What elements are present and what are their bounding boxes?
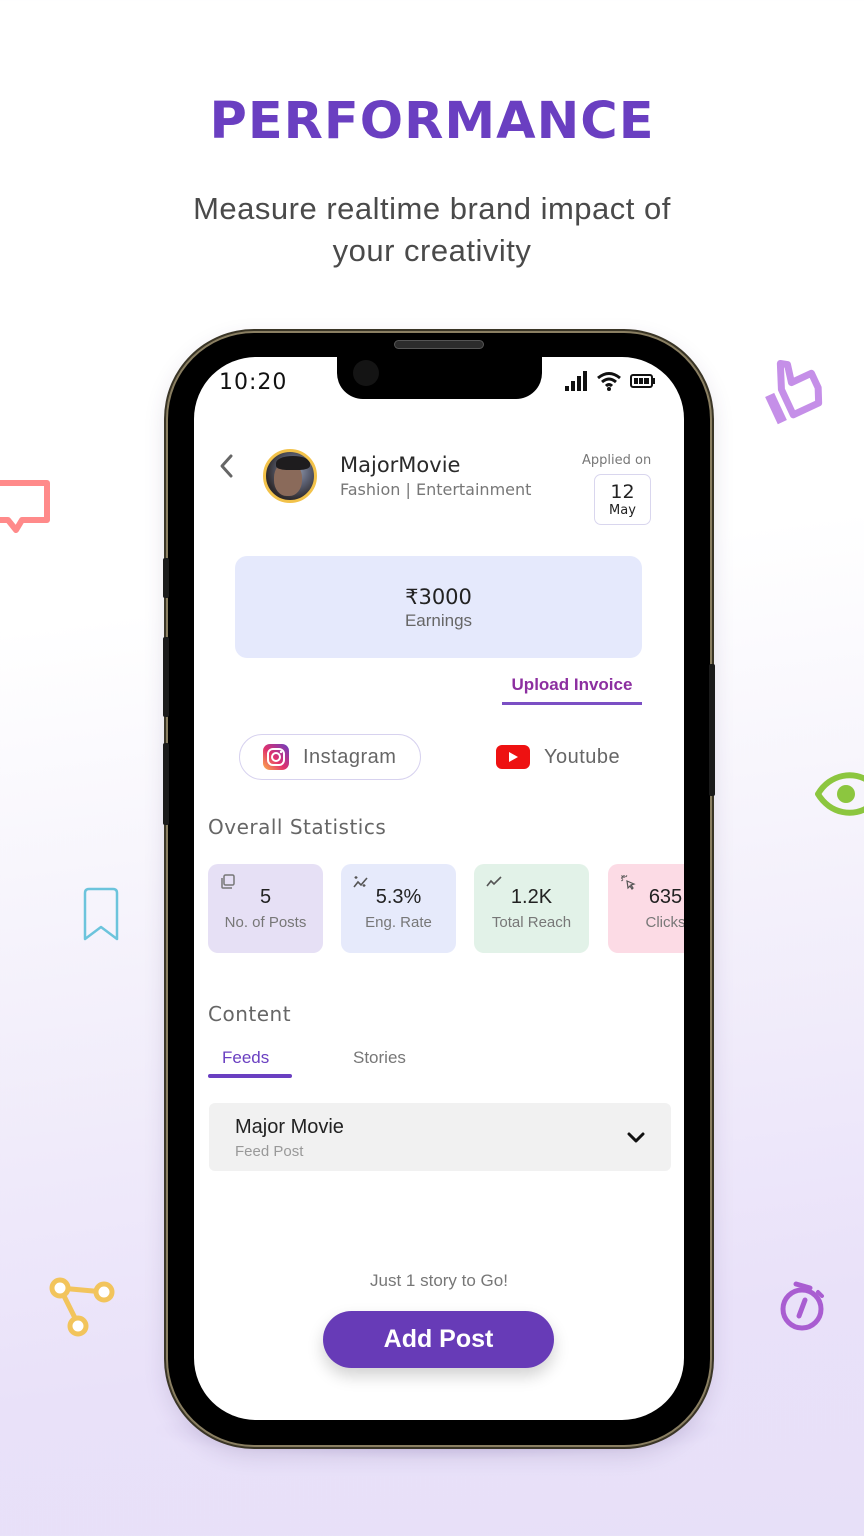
stats-row[interactable]: 5 No. of Posts 5.3% Eng. Rate 1.2K Total… [208,864,684,954]
chat-bubble-icon [0,480,50,533]
copy-icon [221,874,235,889]
front-camera [353,360,379,386]
phone-volume-up [163,637,169,717]
status-time: 10:20 [219,370,288,395]
stat-label: Eng. Rate [365,914,432,931]
back-chevron-icon[interactable] [214,453,240,479]
bookmark-icon [83,887,119,941]
promo-subline-line1: Measure realtime brand impact of [193,191,671,226]
trend-line-icon [486,876,502,887]
brand-avatar [263,449,317,503]
stat-label: No. of Posts [224,914,307,931]
phone-screen: 10:20 MajorMovie Fashion | Entertainment… [194,357,684,1420]
overall-statistics-title: Overall Statistics [208,815,387,839]
post-list-item[interactable]: Major Movie Feed Post [209,1103,671,1171]
avatar-hair [276,456,310,470]
phone-power-button [709,664,715,796]
promo-subline-line2: your creativity [332,233,532,268]
applied-on-label: Applied on [582,453,652,468]
platform-tab-youtube[interactable]: Youtube [496,734,620,780]
earnings-label: Earnings [404,611,473,630]
stat-card-engagement: 5.3% Eng. Rate [341,864,456,953]
sparkle-trend-icon [353,876,368,888]
youtube-icon [496,745,530,769]
earnings-card: ₹3000 Earnings [235,556,642,658]
phone-speaker [394,340,484,349]
tab-stories[interactable]: Stories [353,1048,406,1068]
earnings-amount: ₹3000 [405,585,472,609]
brand-name: MajorMovie [340,453,461,477]
stat-card-clicks: 635 Clicks [608,864,684,953]
wifi-icon [597,372,621,391]
stopwatch-icon [780,1281,824,1331]
upload-invoice-link[interactable]: Upload Invoice [502,675,642,705]
thumbs-up-icon [765,359,823,425]
stat-label: Clicks [645,914,685,931]
cursor-click-icon [621,875,636,890]
phone-notch [337,357,542,399]
story-progress-note: Just 1 story to Go! [370,1271,508,1290]
battery-icon [630,374,655,388]
phone-volume-down [163,743,169,825]
eye-icon [815,772,864,816]
active-tab-indicator [208,1074,292,1078]
post-title: Major Movie [235,1116,344,1138]
platform-tab-instagram[interactable]: Instagram [239,734,421,780]
applied-day: 12 [610,481,635,503]
signal-icon [565,371,587,391]
add-post-button[interactable]: Add Post [323,1311,554,1368]
stat-card-reach: 1.2K Total Reach [474,864,589,953]
post-subtitle: Feed Post [235,1143,304,1160]
platform-label-youtube: Youtube [544,745,621,768]
phone-silent-switch [163,558,169,598]
brand-category: Fashion | Entertainment [340,480,532,499]
share-nodes-icon [49,1277,115,1337]
chevron-down-icon[interactable] [625,1127,647,1149]
content-title: Content [208,1002,292,1026]
stat-card-posts: 5 No. of Posts [208,864,323,953]
platform-label-instagram: Instagram [303,745,397,768]
promo-subline: Measure realtime brand impact of your cr… [0,188,864,272]
tab-feeds[interactable]: Feeds [222,1048,269,1068]
status-icons [564,371,656,391]
applied-month: May [609,503,636,518]
stat-label: Total Reach [491,914,572,931]
instagram-icon [263,744,289,770]
applied-date-badge: 12 May [594,474,651,525]
promo-headline: PERFORMANCE [209,92,655,151]
